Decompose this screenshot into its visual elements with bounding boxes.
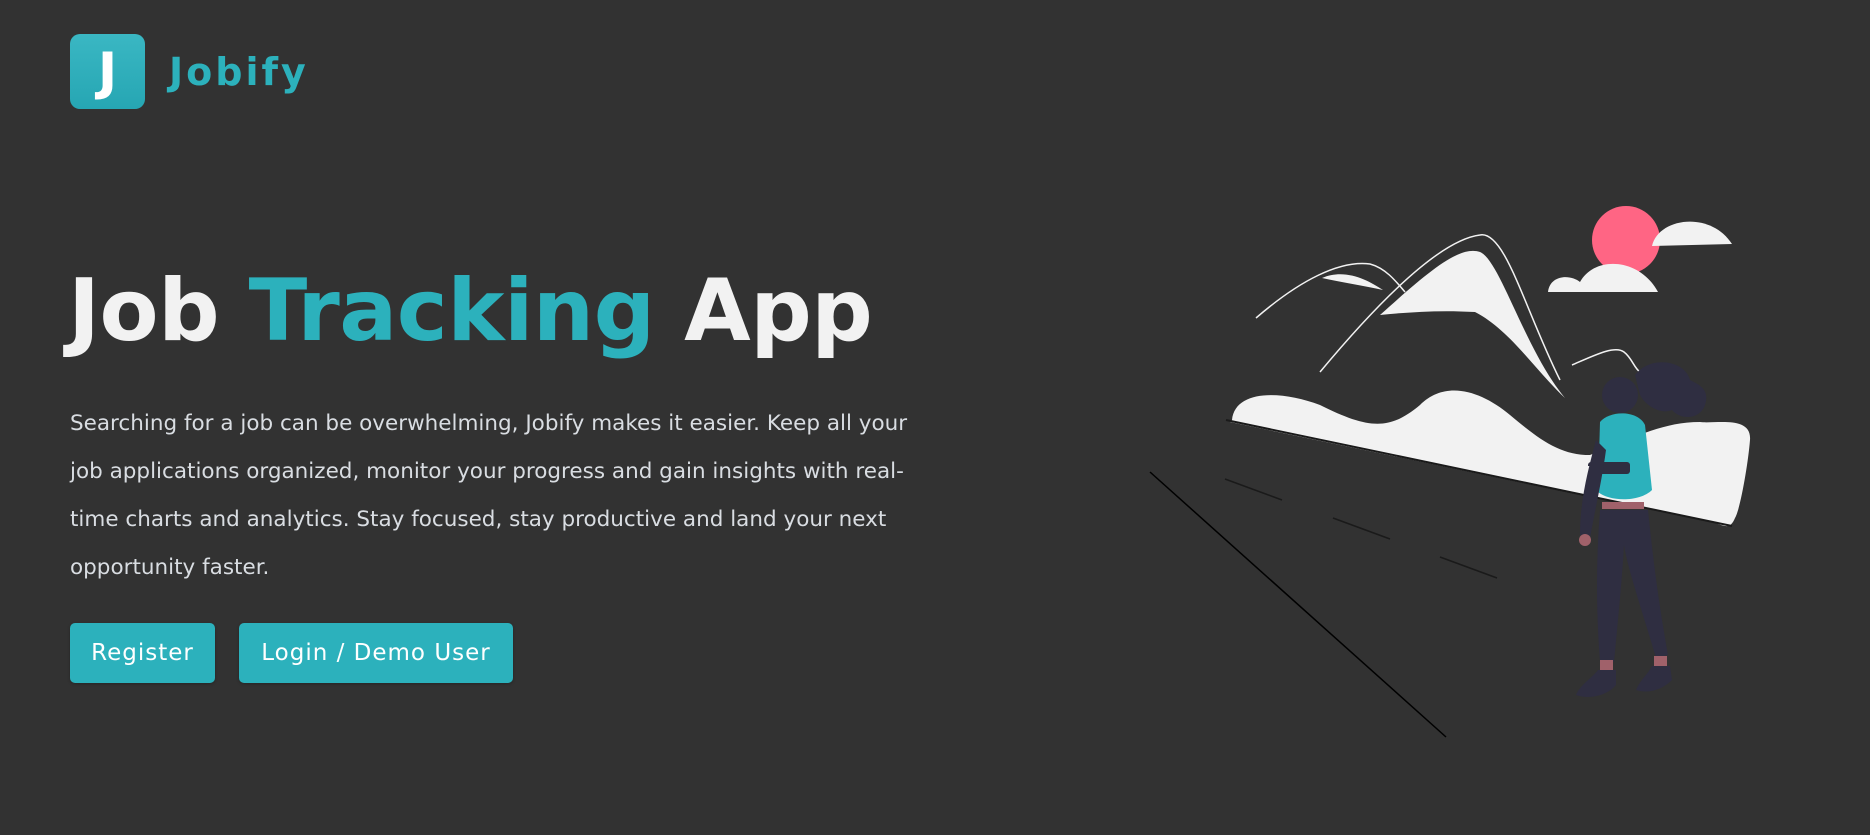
hiker-mountains-illustration bbox=[1149, 206, 1751, 738]
hiker-head bbox=[1602, 377, 1638, 413]
hero-description: Searching for a job can be overwhelming,… bbox=[70, 411, 908, 580]
title-accent-tracking: Tracking bbox=[248, 261, 656, 361]
title-part-app: App bbox=[684, 261, 873, 361]
mountain-peak bbox=[1322, 274, 1383, 290]
login-demo-button[interactable]: Login / Demo User bbox=[239, 623, 513, 683]
title-part-job: Job bbox=[68, 261, 220, 361]
logo-letter: J bbox=[97, 41, 118, 102]
landing-page: J Jobify Job Tracking App Searching for … bbox=[0, 0, 1870, 835]
backpack-belt bbox=[1602, 502, 1644, 509]
sun-icon bbox=[1592, 206, 1660, 274]
road-dash bbox=[1439, 556, 1498, 579]
hiker-hand bbox=[1579, 534, 1591, 546]
hiker-shoe bbox=[1636, 666, 1672, 692]
register-button[interactable]: Register bbox=[70, 623, 215, 683]
navbar: J Jobify bbox=[70, 34, 309, 109]
road-dash bbox=[1332, 517, 1391, 540]
mountain-outline bbox=[1571, 348, 1641, 373]
logo-badge[interactable]: J bbox=[70, 34, 145, 109]
page-title: Job Tracking App bbox=[68, 261, 873, 361]
hills-ground bbox=[1230, 390, 1751, 527]
backpack-icon bbox=[1598, 413, 1652, 500]
hero-actions: Register Login / Demo User bbox=[70, 623, 513, 683]
hiker-hair bbox=[1635, 362, 1707, 417]
cloud-icon bbox=[1652, 221, 1732, 246]
road-dash bbox=[1224, 478, 1283, 501]
brand-name[interactable]: Jobify bbox=[169, 50, 309, 94]
mountain-main bbox=[1380, 250, 1565, 398]
hiker-legs bbox=[1597, 510, 1668, 662]
hiker-shoe bbox=[1576, 670, 1616, 697]
road-edge-line bbox=[1149, 471, 1447, 738]
mountain-outline bbox=[1255, 262, 1406, 319]
